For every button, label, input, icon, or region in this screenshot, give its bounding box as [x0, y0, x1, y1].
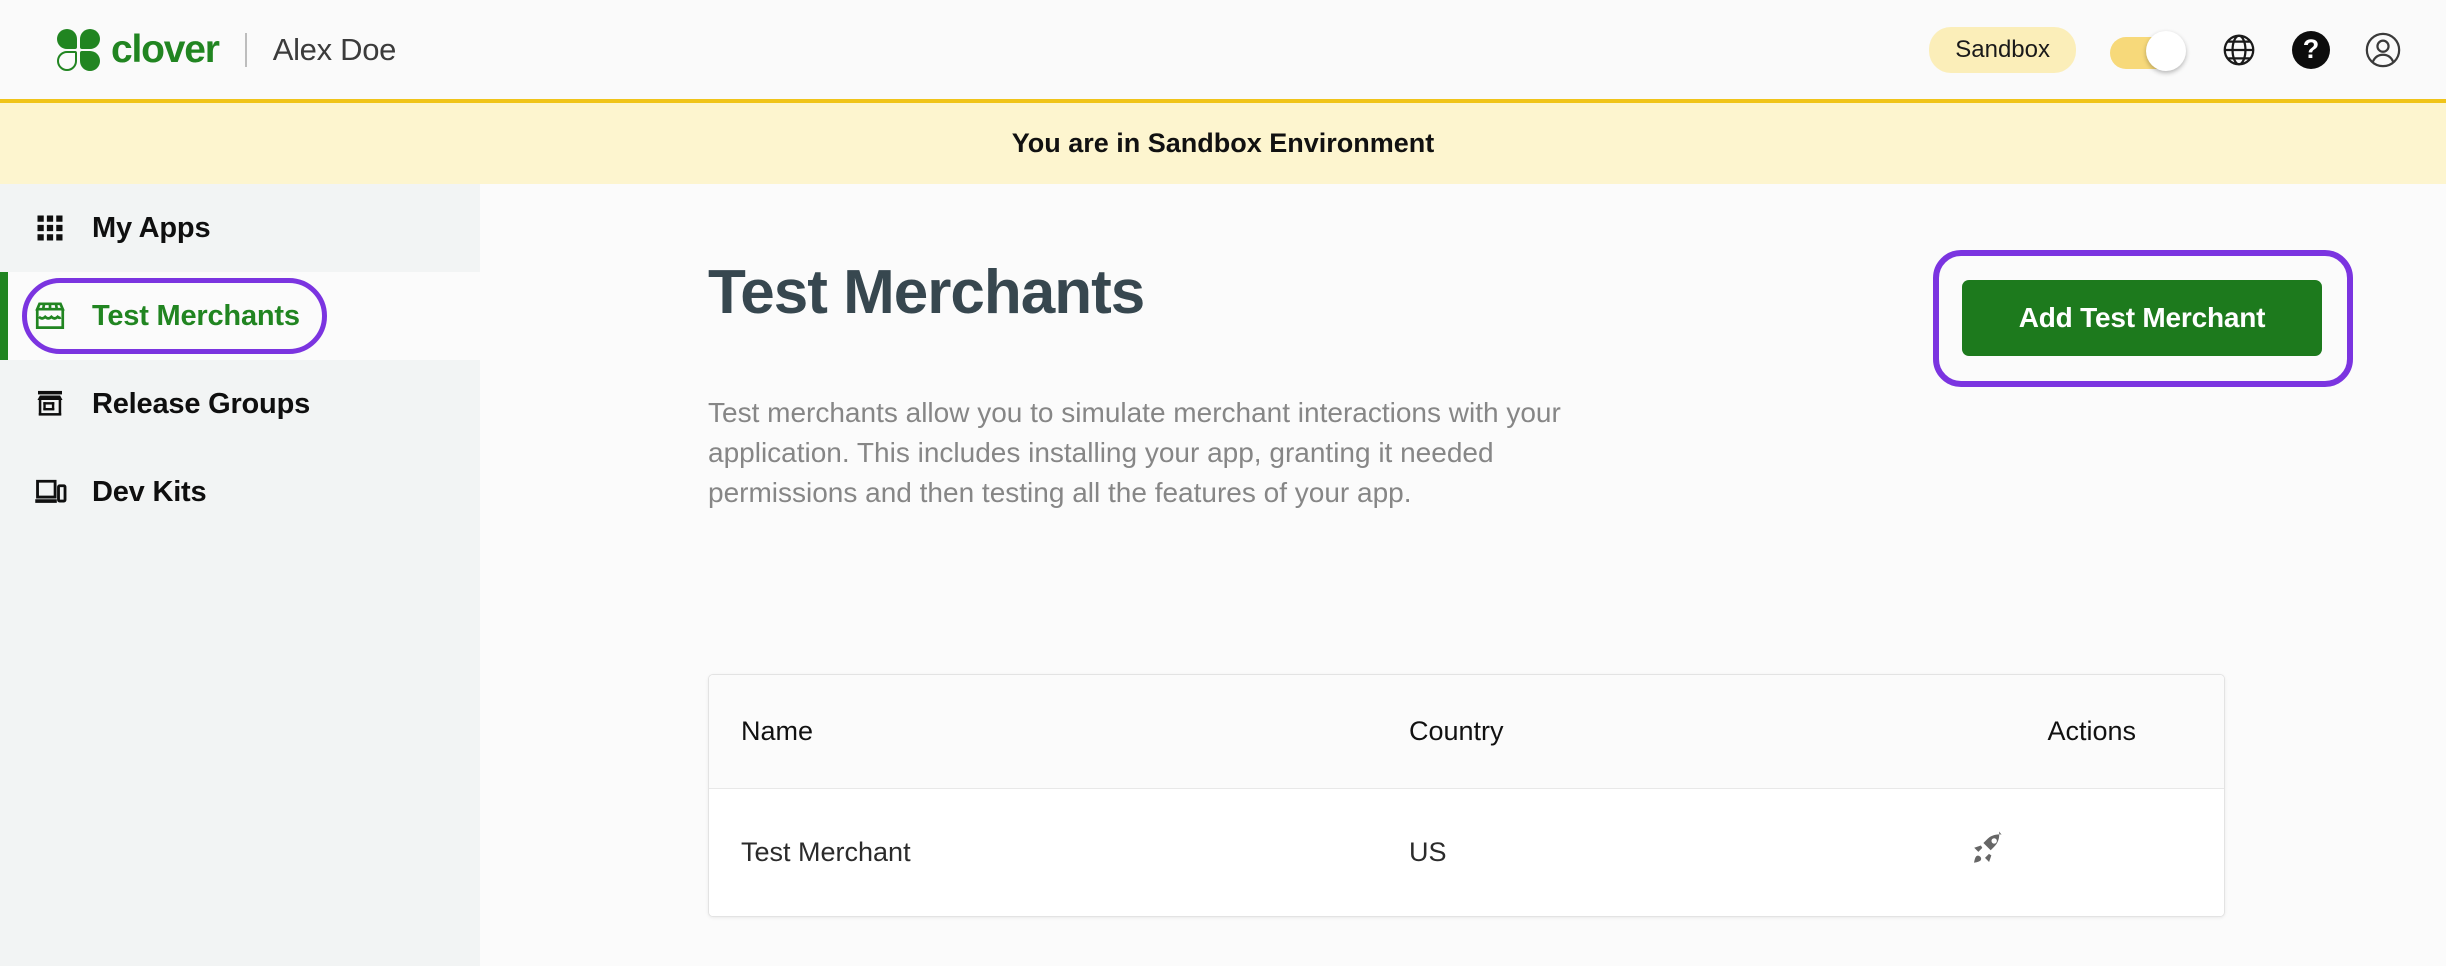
column-header-actions: Actions	[1969, 675, 2224, 789]
page-title: Test Merchants	[708, 258, 1145, 327]
shop-icon	[30, 384, 70, 424]
sidebar-nav: My Apps Test Merchants Release Groups De…	[0, 184, 480, 966]
sidebar-item-label: My Apps	[92, 211, 211, 244]
main-content: Test Merchants Test merchants allow you …	[480, 184, 2446, 966]
cell-merchant-name: Test Merchant	[709, 788, 1409, 916]
devices-icon	[30, 472, 70, 512]
storefront-icon	[30, 296, 70, 336]
sidebar-item-label: Release Groups	[92, 387, 311, 420]
sidebar-item-dev-kits[interactable]: Dev Kits	[0, 448, 480, 536]
sidebar-item-label: Dev Kits	[92, 475, 207, 508]
sidebar-item-release-groups[interactable]: Release Groups	[0, 360, 480, 448]
user-name: Alex Doe	[272, 31, 397, 67]
header-actions: Sandbox ?	[1929, 26, 2402, 73]
test-merchants-table: Name Country Actions Test Merchant US	[708, 674, 2225, 917]
column-header-name: Name	[709, 675, 1409, 789]
cell-merchant-country: US	[1409, 788, 1969, 916]
sidebar-item-test-merchants[interactable]: Test Merchants	[0, 272, 480, 360]
cell-actions	[1969, 788, 2224, 916]
brand-name: clover	[111, 28, 220, 71]
sidebar-item-my-apps[interactable]: My Apps	[0, 184, 480, 272]
active-accent-bar	[0, 272, 8, 360]
sandbox-badge: Sandbox	[1929, 26, 2076, 73]
sandbox-banner-text: You are in Sandbox Environment	[1011, 128, 1435, 158]
clover-logo-icon	[57, 28, 103, 71]
help-icon[interactable]: ?	[2292, 30, 2330, 69]
toggle-knob	[2146, 30, 2186, 71]
brand-divider	[244, 32, 247, 67]
sandbox-toggle[interactable]	[2110, 30, 2186, 71]
add-test-merchant-button[interactable]: Add Test Merchant	[1962, 280, 2322, 356]
table-header-row: Name Country Actions	[709, 675, 2224, 789]
help-question-glyph: ?	[2292, 30, 2330, 69]
account-avatar-icon[interactable]	[2364, 31, 2402, 69]
globe-icon[interactable]	[2220, 31, 2258, 69]
brand[interactable]: clover Alex Doe	[57, 28, 397, 71]
sidebar-item-label: Test Merchants	[92, 299, 300, 332]
rocket-icon[interactable]	[1969, 830, 2007, 868]
table-row[interactable]: Test Merchant US	[709, 788, 2224, 916]
app-header: clover Alex Doe Sandbox ?	[0, 0, 2446, 99]
column-header-country: Country	[1409, 675, 1969, 789]
sandbox-environment-banner: You are in Sandbox Environment	[0, 99, 2446, 184]
page-description: Test merchants allow you to simulate mer…	[708, 397, 1561, 508]
grid-apps-icon	[30, 208, 70, 248]
